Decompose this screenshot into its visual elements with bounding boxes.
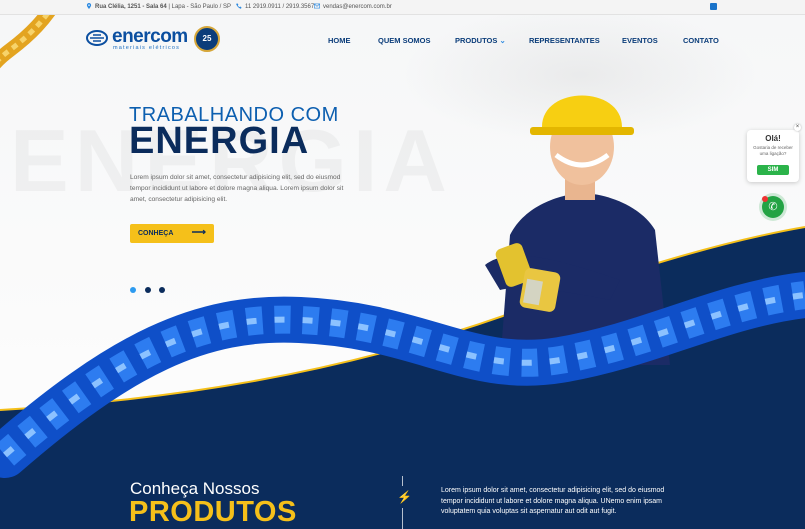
conheca-button[interactable]: CONHEÇA ⟶ (130, 224, 214, 243)
callback-widget: Olá! Gostaria de receber uma ligação? SI… (747, 130, 799, 182)
email-icon (314, 3, 320, 9)
nav-eventos[interactable]: EVENTOS (622, 36, 658, 45)
divider-line-top (402, 476, 403, 486)
close-icon[interactable]: × (794, 124, 801, 131)
section-title: PRODUTOS (129, 496, 297, 528)
facebook-icon[interactable] (710, 3, 717, 10)
nav-contato[interactable]: CONTATO (683, 36, 719, 45)
hero-headline: ENERGIA (129, 120, 310, 162)
conheca-button-label: CONHEÇA (138, 230, 174, 237)
phone-icon (236, 3, 242, 9)
logo-tagline: materiais elétricos (113, 45, 181, 51)
anniversary-badge: 25 (194, 26, 220, 52)
callback-text: Gostaria de receber uma ligação? (753, 145, 793, 156)
hero-section: ENERGIA (0, 15, 805, 529)
blue-cable-image (0, 272, 805, 478)
section-description: Lorem ipsum dolor sit amet, consectetur … (441, 487, 665, 515)
divider-line-bottom (402, 508, 403, 529)
logo-mark-icon (86, 30, 108, 46)
map-pin-icon (86, 3, 92, 9)
nav-produtos[interactable]: PRODUTOS ⌄ (455, 36, 506, 45)
arrow-right-icon: ⟶ (191, 227, 206, 238)
slider-dot-3[interactable] (159, 287, 165, 293)
address: Rua Clélia, 1251 - Sala 64 | Lapa - São … (86, 3, 231, 10)
lightning-bolt-icon: ⚡ (397, 490, 412, 504)
nav-home[interactable]: HOME (328, 36, 351, 45)
callback-yes-button[interactable]: SIM (757, 165, 789, 175)
hero-body: Lorem ipsum dolor sit amet, consectetur … (130, 174, 344, 203)
top-bar: Rua Clélia, 1251 - Sala 64 | Lapa - São … (0, 0, 805, 15)
phone-numbers[interactable]: 11 2919.0911 / 2919.3567 (236, 3, 314, 10)
slider-dot-1[interactable] (130, 287, 136, 293)
slider-dot-2[interactable] (145, 287, 151, 293)
email-link[interactable]: vendas@enercom.com.br (314, 3, 392, 10)
notification-dot (762, 196, 768, 202)
nav-quem-somos[interactable]: QUEM SOMOS (378, 36, 431, 45)
callback-title: Olá! (765, 134, 781, 143)
chevron-down-icon: ⌄ (499, 36, 506, 45)
phone-icon: ✆ (768, 201, 778, 213)
nav-representantes[interactable]: REPRESENTANTES (529, 36, 600, 45)
